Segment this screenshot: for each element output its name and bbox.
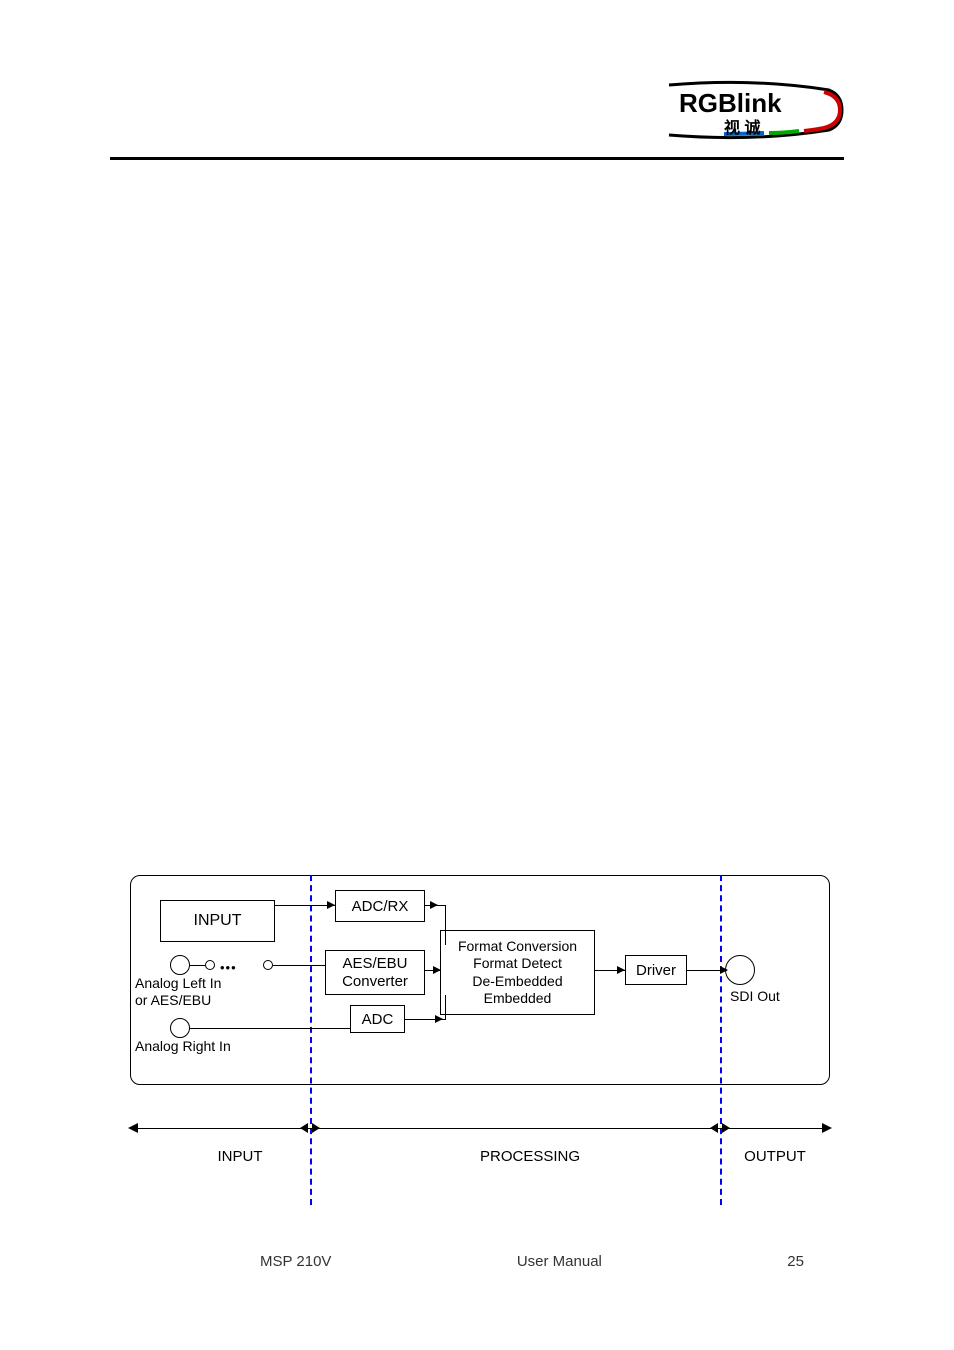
wire [445,995,446,1020]
section-divider-1 [310,875,312,1205]
arrow-icon [433,966,441,974]
page-header: RGBlink 视 诚 [110,80,844,160]
footer-model: MSP 210V [260,1253,331,1270]
block-diagram: INPUT ADC/RX AES/EBU Converter ADC Forma… [130,875,830,1205]
sdi-out-connector [725,955,755,985]
arrow-icon [327,901,335,909]
analog-right-label: Analog Right In [135,1038,285,1055]
page: RGBlink 视 诚 INPUT ADC/RX AES/EBU Convert… [0,0,954,1350]
arrow-left-icon [128,1123,138,1133]
arrow-icon [435,1015,443,1023]
brand-logo: RGBlink 视 诚 [664,80,844,145]
driver-block: Driver [625,955,687,985]
connector-dot [263,960,273,970]
section-label-input: INPUT [190,1148,290,1165]
logo-sub-text: 视 诚 [724,114,760,138]
wire [273,965,325,966]
sdi-out-label: SDI Out [730,988,820,1005]
adc-rx-block: ADC/RX [335,890,425,922]
connector-dot [205,960,215,970]
analog-right-connector [170,1018,190,1038]
input-connector-box: INPUT [160,900,275,942]
arrow-icon [710,1123,718,1133]
arrow-icon [720,966,728,974]
footer-doc: User Manual [517,1253,602,1270]
adc-block: ADC [350,1005,405,1033]
wire [190,965,205,966]
arrow-icon [430,901,438,909]
wire [190,1028,350,1029]
arrow-icon [312,1123,320,1133]
ellipsis-icon: ••• [220,960,237,975]
analog-left-label: Analog Left In or AES/EBU [135,975,285,1009]
processing-block: Format Conversion Format Detect De-Embed… [440,930,595,1015]
arrow-icon [617,966,625,974]
arrow-icon [722,1123,730,1133]
section-label-output: OUTPUT [730,1148,820,1165]
wire [445,905,446,945]
page-footer: MSP 210V User Manual 25 [110,1253,844,1270]
section-divider-2 [720,875,722,1205]
wire [275,905,335,906]
footer-page: 25 [787,1253,804,1270]
aes-ebu-block: AES/EBU Converter [325,950,425,995]
analog-left-connector [170,955,190,975]
arrow-icon [300,1123,308,1133]
section-label-processing: PROCESSING [440,1148,620,1165]
arrow-right-icon [822,1123,832,1133]
